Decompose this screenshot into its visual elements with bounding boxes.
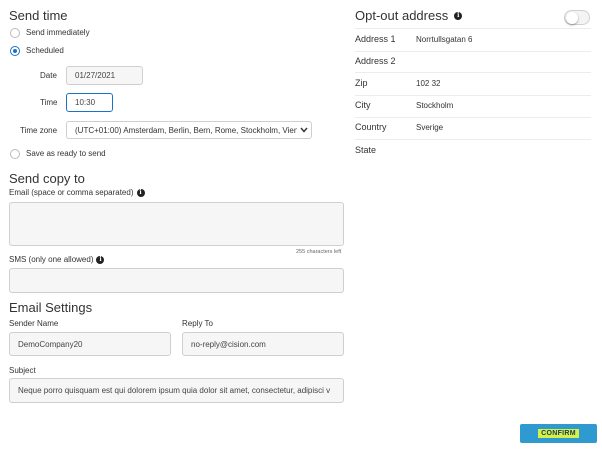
divider — [355, 72, 591, 73]
scheduled-label: Scheduled — [26, 46, 64, 55]
timezone-value: (UTC+01:00) Amsterdam, Berlin, Bern, Rom… — [75, 125, 297, 135]
info-icon[interactable]: i — [96, 255, 105, 264]
email-settings-title: Email Settings — [9, 300, 93, 315]
sender-name-input[interactable]: DemoCompany20 — [9, 332, 171, 356]
chevron-down-icon — [297, 127, 311, 133]
email-label-wrap: Email (space or comma separated) i — [9, 188, 145, 197]
divider — [355, 28, 591, 29]
opt-value-country: Sverige — [416, 123, 444, 132]
sms-input[interactable] — [9, 268, 344, 293]
save-ready-radio[interactable] — [10, 149, 20, 159]
opt-out-toggle[interactable] — [564, 10, 590, 25]
opt-key-address1: Address 1 — [355, 34, 396, 44]
sender-name-label: Sender Name — [9, 319, 59, 328]
reply-to-input[interactable]: no-reply@cision.com — [182, 332, 344, 356]
date-label: Date — [40, 71, 57, 80]
toggle-knob — [566, 12, 578, 24]
send-immediately-radio[interactable] — [10, 28, 20, 38]
chars-left: 255 characters left — [296, 249, 342, 255]
confirm-button[interactable]: CONFIRM — [520, 424, 597, 443]
opt-out-title: Opt-out address — [355, 8, 449, 23]
confirm-label: CONFIRM — [538, 429, 579, 438]
time-input[interactable]: 10:30 — [66, 93, 113, 112]
divider — [355, 51, 591, 52]
opt-value-city: Stockholm — [416, 101, 454, 110]
save-ready-label: Save as ready to send — [26, 149, 106, 158]
divider — [355, 95, 591, 96]
timezone-select[interactable]: (UTC+01:00) Amsterdam, Berlin, Bern, Rom… — [66, 121, 312, 139]
email-label: Email (space or comma separated) — [9, 188, 134, 197]
sms-label-wrap: SMS (only one allowed) i — [9, 255, 105, 264]
send-copy-title: Send copy to — [9, 171, 85, 186]
reply-to-label: Reply To — [182, 319, 213, 328]
scheduled-radio[interactable] — [10, 46, 20, 56]
opt-key-city: City — [355, 100, 371, 110]
info-icon[interactable]: i — [136, 188, 145, 197]
send-time-title: Send time — [9, 8, 68, 23]
time-label: Time — [40, 98, 58, 107]
opt-value-address1: Norrtullsgatan 6 — [416, 35, 473, 44]
opt-key-state: State — [355, 145, 377, 155]
sms-label: SMS (only one allowed) — [9, 255, 94, 264]
email-textarea[interactable] — [9, 202, 344, 246]
opt-key-country: Country — [355, 122, 387, 132]
send-immediately-label: Send immediately — [26, 28, 90, 37]
date-input[interactable]: 01/27/2021 — [66, 66, 143, 85]
timezone-label: Time zone — [20, 126, 58, 135]
divider — [355, 139, 591, 140]
opt-key-address2: Address 2 — [355, 56, 396, 66]
info-icon[interactable]: i — [454, 11, 463, 20]
divider — [355, 117, 591, 118]
subject-input[interactable]: Neque porro quisquam est qui dolorem ips… — [9, 378, 344, 403]
subject-label: Subject — [9, 366, 36, 375]
opt-out-header: Opt-out address i — [355, 8, 463, 23]
opt-key-zip: Zip — [355, 78, 368, 88]
opt-value-zip: 102 32 — [416, 79, 441, 88]
